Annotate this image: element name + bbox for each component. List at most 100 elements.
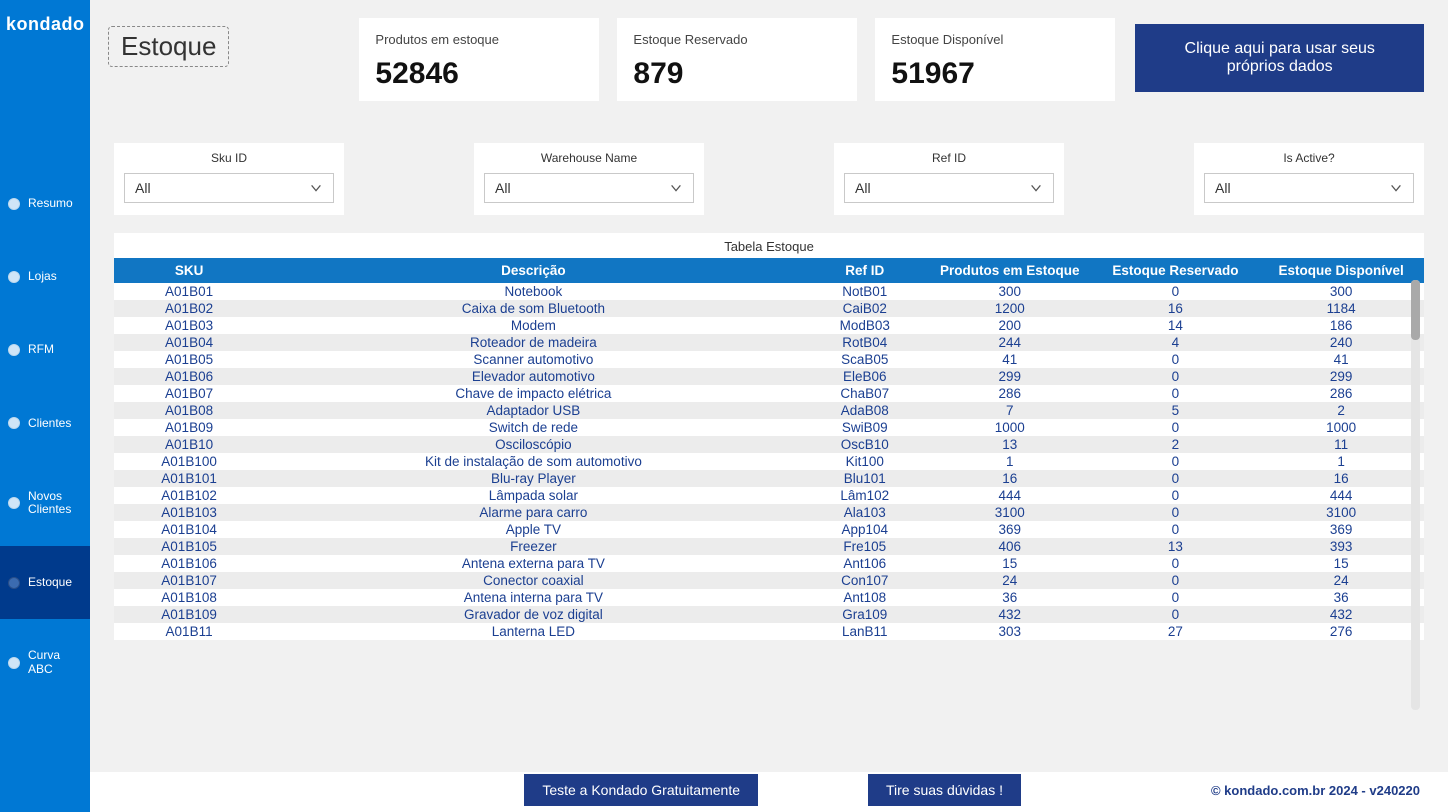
table-row[interactable]: A01B108Antena interna para TVAnt10836036 bbox=[114, 589, 1424, 606]
table-cell: 13 bbox=[927, 436, 1093, 453]
sidebar-item-rfm[interactable]: RFM bbox=[0, 313, 90, 386]
table-row[interactable]: A01B106Antena externa para TVAnt10615015 bbox=[114, 555, 1424, 572]
table-cell: 0 bbox=[1093, 385, 1259, 402]
table-cell: 299 bbox=[927, 368, 1093, 385]
table-cell: 432 bbox=[927, 606, 1093, 623]
filter-select[interactable]: All bbox=[844, 173, 1054, 203]
table-cell: 27 bbox=[1093, 623, 1259, 640]
table-row[interactable]: A01B02Caixa de som BluetoothCaiB02120016… bbox=[114, 300, 1424, 317]
table-cell: A01B107 bbox=[114, 572, 264, 589]
table-row[interactable]: A01B08Adaptador USBAdaB08752 bbox=[114, 402, 1424, 419]
table-cell: EleB06 bbox=[803, 368, 927, 385]
sidebar-item-label: RFM bbox=[28, 343, 82, 356]
table-cell: 0 bbox=[1093, 504, 1259, 521]
table-cell: 1000 bbox=[927, 419, 1093, 436]
scrollbar-thumb[interactable] bbox=[1411, 280, 1420, 340]
table-row[interactable]: A01B109Gravador de voz digitalGra1094320… bbox=[114, 606, 1424, 623]
table-cell: Blu-ray Player bbox=[264, 470, 802, 487]
table-cell: SwiB09 bbox=[803, 419, 927, 436]
use-own-data-button[interactable]: Clique aqui para usar seus próprios dado… bbox=[1135, 24, 1424, 92]
table-cell: AdaB08 bbox=[803, 402, 927, 419]
table-cell: A01B06 bbox=[114, 368, 264, 385]
table-cell: Gra109 bbox=[803, 606, 927, 623]
sidebar-item-curva-abc[interactable]: Curva ABC bbox=[0, 619, 90, 705]
sidebar-item-novos-clientes[interactable]: Novos Clientes bbox=[0, 460, 90, 546]
metric-card: Produtos em estoque52846 bbox=[359, 18, 599, 101]
table-cell: 1 bbox=[1258, 453, 1424, 470]
sidebar-item-estoque[interactable]: Estoque bbox=[0, 546, 90, 619]
table-cell: 16 bbox=[1258, 470, 1424, 487]
footer-copyright: © kondado.com.br 2024 - v240220 bbox=[1211, 783, 1420, 798]
table-cell: Switch de rede bbox=[264, 419, 802, 436]
table-cell: ChaB07 bbox=[803, 385, 927, 402]
table-header[interactable]: SKU bbox=[114, 258, 264, 283]
table-cell: A01B09 bbox=[114, 419, 264, 436]
table-cell: NotB01 bbox=[803, 283, 927, 300]
table-cell: 0 bbox=[1093, 283, 1259, 300]
table-row[interactable]: A01B101Blu-ray PlayerBlu10116016 bbox=[114, 470, 1424, 487]
table-row[interactable]: A01B100Kit de instalação de som automoti… bbox=[114, 453, 1424, 470]
metric-card: Estoque Reservado879 bbox=[617, 18, 857, 101]
table-row[interactable]: A01B102Lâmpada solarLâm1024440444 bbox=[114, 487, 1424, 504]
table-row[interactable]: A01B105FreezerFre10540613393 bbox=[114, 538, 1424, 555]
filter-select[interactable]: All bbox=[124, 173, 334, 203]
table-header[interactable]: Produtos em Estoque bbox=[927, 258, 1093, 283]
table-cell: Modem bbox=[264, 317, 802, 334]
filter-value: All bbox=[495, 180, 511, 196]
filter-value: All bbox=[1215, 180, 1231, 196]
table-row[interactable]: A01B06Elevador automotivoEleB062990299 bbox=[114, 368, 1424, 385]
sidebar-item-clientes[interactable]: Clientes bbox=[0, 387, 90, 460]
trial-button[interactable]: Teste a Kondado Gratuitamente bbox=[524, 774, 758, 806]
table-cell: 11 bbox=[1258, 436, 1424, 453]
table-cell: 369 bbox=[1258, 521, 1424, 538]
table-cell: Kit100 bbox=[803, 453, 927, 470]
table-row[interactable]: A01B103Alarme para carroAla103310003100 bbox=[114, 504, 1424, 521]
table-cell: Lanterna LED bbox=[264, 623, 802, 640]
filter-label: Ref ID bbox=[834, 151, 1064, 165]
table-cell: 0 bbox=[1093, 351, 1259, 368]
table-row[interactable]: A01B01NotebookNotB013000300 bbox=[114, 283, 1424, 300]
table-header[interactable]: Descrição bbox=[264, 258, 802, 283]
table-scrollbar[interactable] bbox=[1411, 280, 1420, 710]
sidebar-item-lojas[interactable]: Lojas bbox=[0, 240, 90, 313]
table-cell: A01B109 bbox=[114, 606, 264, 623]
table-cell: 444 bbox=[1258, 487, 1424, 504]
table-cell: Chave de impacto elétrica bbox=[264, 385, 802, 402]
table-cell: 393 bbox=[1258, 538, 1424, 555]
table-header[interactable]: Ref ID bbox=[803, 258, 927, 283]
brand-logo: kondado bbox=[0, 0, 90, 47]
table-row[interactable]: A01B03ModemModB0320014186 bbox=[114, 317, 1424, 334]
table-cell: 1000 bbox=[1258, 419, 1424, 436]
table-title: Tabela Estoque bbox=[114, 233, 1424, 258]
sidebar-item-label: Curva ABC bbox=[28, 649, 82, 675]
table-cell: 0 bbox=[1093, 419, 1259, 436]
table-cell: A01B108 bbox=[114, 589, 264, 606]
table-cell: 3100 bbox=[1258, 504, 1424, 521]
table-row[interactable]: A01B107Conector coaxialCon10724024 bbox=[114, 572, 1424, 589]
table-cell: A01B104 bbox=[114, 521, 264, 538]
table-row[interactable]: A01B04Roteador de madeiraRotB042444240 bbox=[114, 334, 1424, 351]
table-cell: RotB04 bbox=[803, 334, 927, 351]
table-row[interactable]: A01B11Lanterna LEDLanB1130327276 bbox=[114, 623, 1424, 640]
table-cell: 13 bbox=[1093, 538, 1259, 555]
table-row[interactable]: A01B104Apple TVApp1043690369 bbox=[114, 521, 1424, 538]
table-row[interactable]: A01B05Scanner automotivoScaB0541041 bbox=[114, 351, 1424, 368]
filter-select[interactable]: All bbox=[1204, 173, 1414, 203]
nav-dot-icon bbox=[8, 577, 20, 589]
sidebar-item-resumo[interactable]: Resumo bbox=[0, 167, 90, 240]
table-cell: Apple TV bbox=[264, 521, 802, 538]
filter-box: Ref ID All bbox=[834, 143, 1064, 215]
table-cell: CaiB02 bbox=[803, 300, 927, 317]
table-header[interactable]: Estoque Reservado bbox=[1093, 258, 1259, 283]
metric-label: Produtos em estoque bbox=[375, 32, 583, 47]
help-button[interactable]: Tire suas dúvidas ! bbox=[868, 774, 1021, 806]
table-row[interactable]: A01B09Switch de redeSwiB09100001000 bbox=[114, 419, 1424, 436]
table-header[interactable]: Estoque Disponível bbox=[1258, 258, 1424, 283]
filter-select[interactable]: All bbox=[484, 173, 694, 203]
table-cell: 15 bbox=[927, 555, 1093, 572]
table-cell: 2 bbox=[1258, 402, 1424, 419]
table-row[interactable]: A01B10OsciloscópioOscB1013211 bbox=[114, 436, 1424, 453]
table-row[interactable]: A01B07Chave de impacto elétricaChaB07286… bbox=[114, 385, 1424, 402]
table-cell: 303 bbox=[927, 623, 1093, 640]
table-cell: 5 bbox=[1093, 402, 1259, 419]
